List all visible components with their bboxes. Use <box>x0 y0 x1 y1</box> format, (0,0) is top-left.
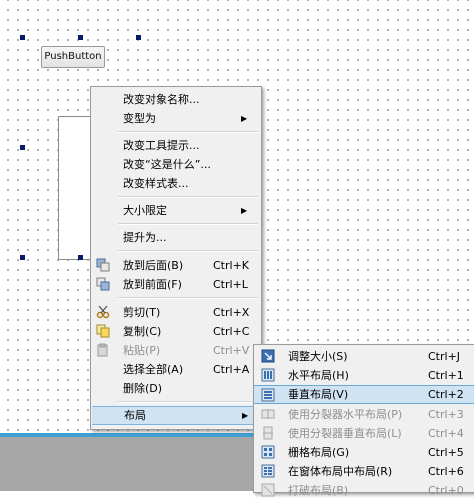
submenu-arrow-icon: ▶ <box>241 114 248 123</box>
menu-item-promote-to[interactable]: 提升为... <box>91 228 261 247</box>
grid-layout-icon <box>261 445 275 459</box>
menu-item-shortcut: Ctrl+J <box>428 350 461 363</box>
menu-item-label: 垂直布局(V) <box>288 388 349 401</box>
menu-item-shortcut: Ctrl+A <box>213 363 250 376</box>
push-button-widget[interactable]: PushButton <box>41 46 105 68</box>
menu-item-label: 改变工具提示... <box>123 139 200 152</box>
menu-item-label: 调整大小(S) <box>288 350 348 363</box>
menu-item-copy[interactable]: 复制(C) Ctrl+C <box>91 322 261 341</box>
menu-separator <box>118 223 258 225</box>
selection-handle[interactable] <box>20 145 25 150</box>
selection-handle[interactable] <box>136 35 141 40</box>
submenu-item-adjust-size[interactable]: 调整大小(S) Ctrl+J <box>254 347 474 366</box>
menu-item-label: 大小限定 <box>123 204 167 217</box>
vertical-layout-icon <box>261 388 275 402</box>
submenu-item-horizontal-splitter[interactable]: 使用分裂器水平布局(P) Ctrl+3 <box>254 405 474 424</box>
menu-item-shortcut: Ctrl+3 <box>428 408 464 421</box>
menu-item-label: 放到后面(B) <box>123 259 184 272</box>
selection-handle[interactable] <box>78 255 83 260</box>
menu-item-shortcut: Ctrl+L <box>213 278 248 291</box>
menu-item-shortcut: Ctrl+4 <box>428 427 464 440</box>
menu-separator <box>118 297 258 299</box>
menu-item-label: 复制(C) <box>123 325 162 338</box>
menu-item-label: 删除(D) <box>123 382 163 395</box>
menu-item-shortcut: Ctrl+K <box>213 259 250 272</box>
submenu-item-vertical-splitter[interactable]: 使用分裂器垂直布局(L) Ctrl+4 <box>254 424 474 443</box>
menu-item-change-object-name[interactable]: 改变对象名称... <box>91 90 261 109</box>
menu-item-shortcut: Ctrl+1 <box>428 369 464 382</box>
selection-handle[interactable] <box>20 35 25 40</box>
context-menu: 改变对象名称... 变型为 ▶ 改变工具提示... 改变“这是什么”... 改变样… <box>90 86 262 430</box>
menu-separator <box>118 401 258 403</box>
horizontal-layout-icon <box>261 368 275 382</box>
menu-item-shortcut: Ctrl+6 <box>428 465 464 478</box>
menu-item-send-to-back[interactable]: 放到后面(B) Ctrl+K <box>91 256 261 275</box>
menu-item-shortcut: Ctrl+V <box>213 344 250 357</box>
submenu-item-horizontal-layout[interactable]: 水平布局(H) Ctrl+1 <box>254 366 474 385</box>
menu-item-label: 栅格布局(G) <box>288 446 350 459</box>
selected-widget[interactable] <box>58 116 93 260</box>
menu-item-select-all[interactable]: 选择全部(A) Ctrl+A <box>91 360 261 379</box>
menu-item-label: 使用分裂器水平布局(P) <box>288 408 403 421</box>
menu-item-delete[interactable]: 删除(D) <box>91 379 261 398</box>
vertical-splitter-icon <box>263 426 273 440</box>
menu-item-bring-to-front[interactable]: 放到前面(F) Ctrl+L <box>91 275 261 294</box>
menu-item-morph-into[interactable]: 变型为 ▶ <box>91 109 261 128</box>
paste-icon <box>97 343 108 357</box>
adjust-size-icon <box>261 349 275 363</box>
menu-item-change-stylesheet[interactable]: 改变样式表... <box>91 174 261 193</box>
layout-submenu: 调整大小(S) Ctrl+J 水平布局(H) Ctrl+1 垂直布局(V) Ctrl+… <box>253 344 474 497</box>
menu-item-label: 改变“这是什么”... <box>123 158 211 171</box>
bring-to-front-icon <box>96 277 110 291</box>
horizontal-splitter-icon <box>261 409 275 419</box>
menu-item-shortcut: Ctrl+5 <box>428 446 464 459</box>
break-layout-icon <box>261 483 275 497</box>
menu-item-label: 选择全部(A) <box>123 363 184 376</box>
menu-item-change-tooltip[interactable]: 改变工具提示... <box>91 136 261 155</box>
menu-item-cut[interactable]: 剪切(T) Ctrl+X <box>91 303 261 322</box>
menu-separator <box>118 250 258 252</box>
menu-item-change-whats-this[interactable]: 改变“这是什么”... <box>91 155 261 174</box>
menu-item-label: 改变样式表... <box>123 177 189 190</box>
submenu-arrow-icon: ▶ <box>241 206 248 215</box>
menu-item-label: 水平布局(H) <box>288 369 349 382</box>
menu-item-size-constraints[interactable]: 大小限定 ▶ <box>91 201 261 220</box>
menu-item-label: 粘贴(P) <box>123 344 161 357</box>
menu-item-label: 布局 <box>124 409 146 422</box>
selection-handle[interactable] <box>20 255 25 260</box>
form-layout-icon <box>261 464 275 478</box>
send-to-back-icon <box>96 258 110 272</box>
menu-item-label: 变型为 <box>123 112 156 125</box>
submenu-item-form-layout[interactable]: 在窗体布局中布局(R) Ctrl+6 <box>254 462 474 481</box>
submenu-arrow-icon: ▶ <box>242 411 249 420</box>
submenu-item-grid-layout[interactable]: 栅格布局(G) Ctrl+5 <box>254 443 474 462</box>
menu-item-label: 放到前面(F) <box>123 278 182 291</box>
menu-item-shortcut: Ctrl+C <box>213 325 250 338</box>
menu-separator <box>118 196 258 198</box>
scissors-icon <box>96 305 110 319</box>
menu-item-label: 改变对象名称... <box>123 93 200 106</box>
menu-item-shortcut: Ctrl+2 <box>428 388 464 401</box>
menu-item-label: 提升为... <box>123 231 167 244</box>
copy-icon <box>96 324 110 338</box>
selection-handle[interactable] <box>78 35 83 40</box>
menu-item-layout[interactable]: 布局 ▶ <box>92 406 260 425</box>
menu-item-label: 剪切(T) <box>123 306 161 319</box>
menu-item-paste[interactable]: 粘贴(P) Ctrl+V <box>91 341 261 360</box>
submenu-item-vertical-layout[interactable]: 垂直布局(V) Ctrl+2 <box>254 385 474 404</box>
menu-separator <box>118 131 258 133</box>
menu-item-label: 在窗体布局中布局(R) <box>288 465 393 478</box>
menu-item-shortcut: Ctrl+X <box>213 306 250 319</box>
menu-item-label: 使用分裂器垂直布局(L) <box>288 427 402 440</box>
